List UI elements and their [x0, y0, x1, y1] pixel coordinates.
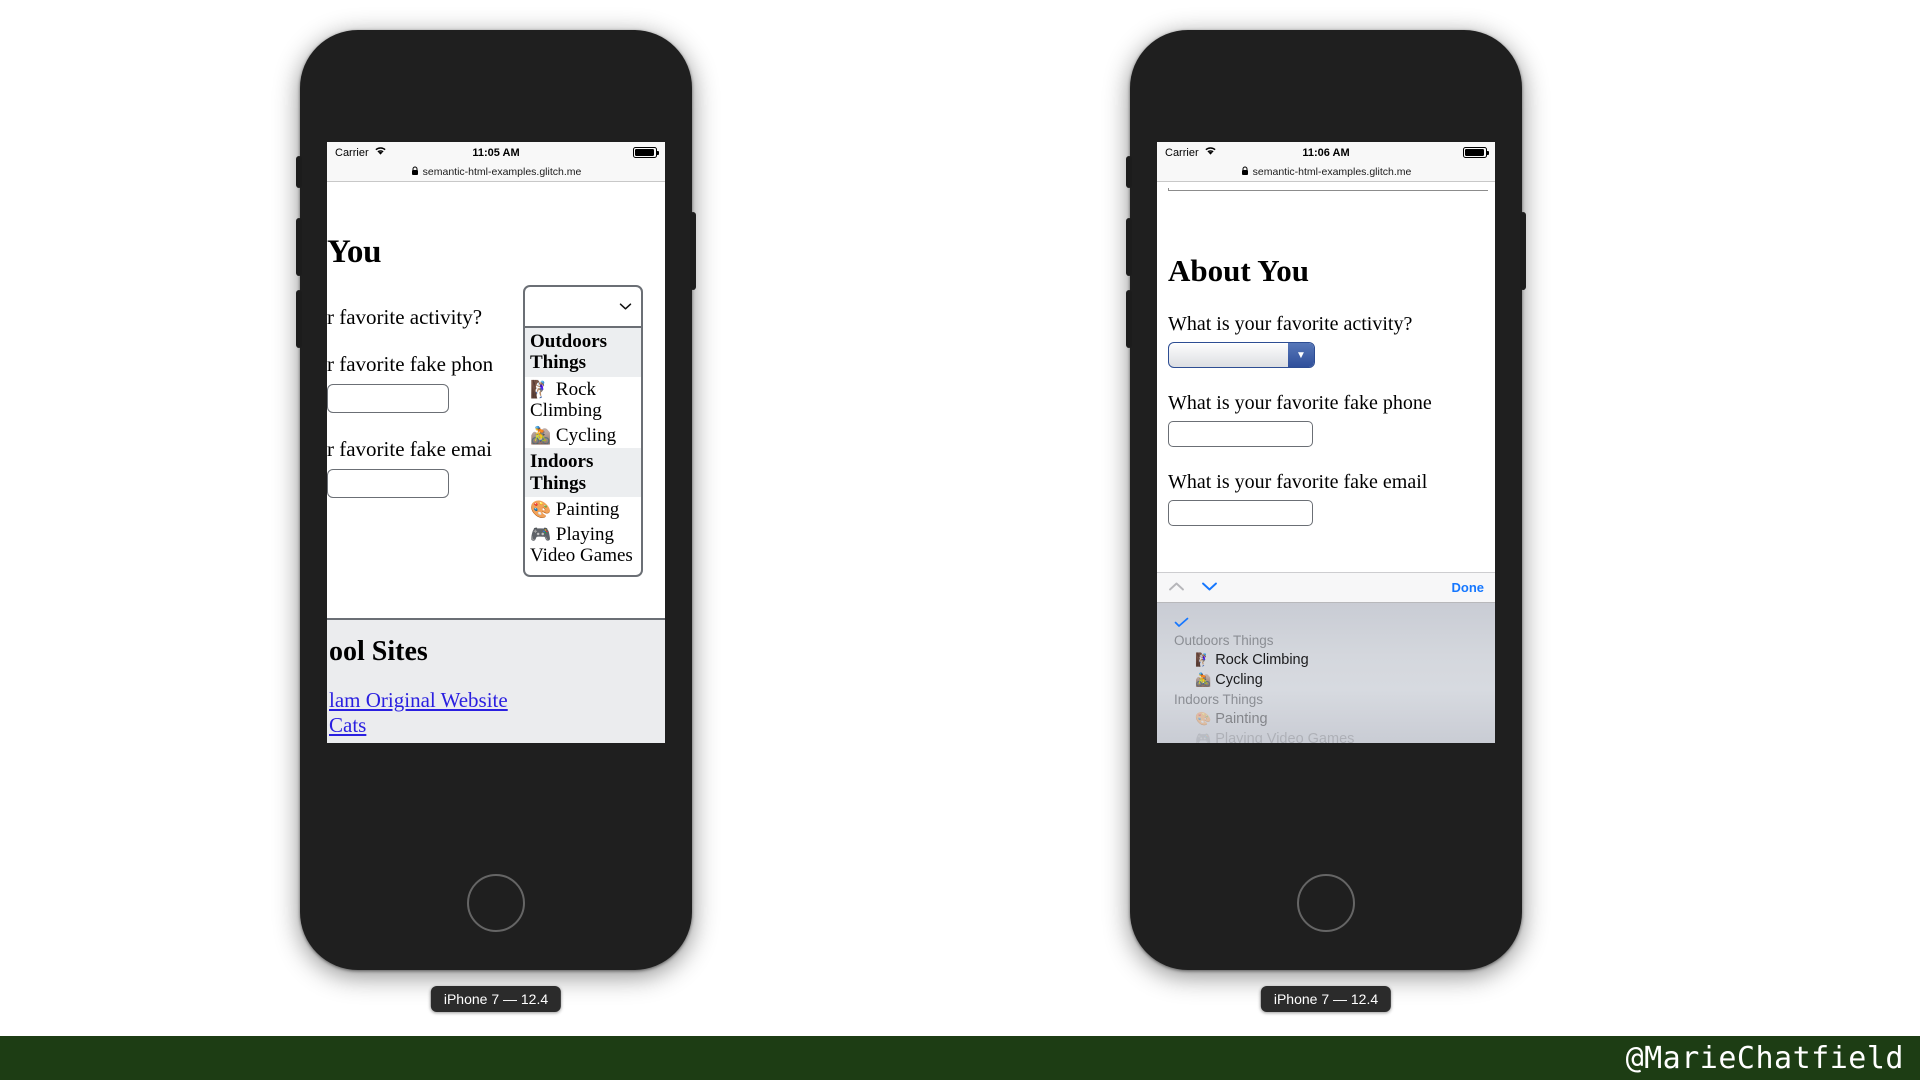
picker-option-label: Playing Video Games: [1215, 731, 1355, 743]
device-label-right: iPhone 7 — 12.4: [1260, 986, 1392, 1012]
question-label-activity: What is your favorite activity?: [1168, 313, 1413, 335]
web-page-left: You r favorite activity? r favorite fake…: [327, 182, 665, 743]
status-bar-right-group: [1463, 147, 1489, 158]
picker-optgroup-indoors: Indoors Things: [1174, 692, 1264, 707]
page-title: You: [327, 234, 382, 270]
battery-icon: [633, 147, 659, 158]
picker-option-cycling[interactable]: 🚵 Cycling: [1157, 670, 1495, 690]
video-game-icon: 🎮: [530, 525, 552, 545]
question-label-phone: What is your favorite fake phone: [1168, 392, 1432, 414]
watermark-handle: @MarieChatfield: [1625, 1040, 1904, 1076]
rock-climbing-icon: 🧗🏽‍♀️: [530, 379, 552, 399]
cool-sites-panel: ool Sites lam Original Website Cats: [327, 618, 665, 743]
home-button-left[interactable]: [467, 874, 525, 932]
activity-select-dropdown[interactable]: Outdoors Things 🧗🏽‍♀️ Rock Climbing 🚵 Cy…: [523, 285, 643, 577]
lock-icon: [411, 166, 419, 179]
painting-icon: 🎨: [1195, 711, 1212, 726]
triangle-down-icon: ▼: [1288, 343, 1314, 367]
battery-icon: [1463, 147, 1489, 158]
phone-right: Carrier 11:06 AM semantic-html-examples.…: [1126, 30, 1526, 1012]
silent-switch-right[interactable]: [1126, 156, 1132, 188]
silent-switch-left[interactable]: [296, 156, 302, 188]
status-bar-left: Carrier 11:05 AM: [327, 142, 665, 163]
option-rock-climbing[interactable]: 🧗🏽‍♀️ Rock Climbing: [525, 377, 641, 424]
rock-climbing-icon: 🧗🏽‍♀️: [1195, 652, 1212, 667]
picker-option-label: Rock Climbing: [1215, 652, 1309, 668]
volume-down-button-left[interactable]: [296, 290, 302, 348]
web-page-right: About You What is your favorite activity…: [1157, 182, 1495, 743]
volume-up-button-left[interactable]: [296, 218, 302, 276]
lock-icon: [1241, 166, 1249, 179]
url-text: semantic-html-examples.glitch.me: [1252, 166, 1412, 178]
picker-rows: Outdoors Things 🧗🏽‍♀️ Rock Climbing 🚵 Cy…: [1157, 631, 1495, 743]
picker-wheel[interactable]: Outdoors Things 🧗🏽‍♀️ Rock Climbing 🚵 Cy…: [1157, 603, 1495, 743]
option-painting[interactable]: 🎨 Painting: [525, 497, 641, 522]
checkmark-icon: [1174, 615, 1189, 631]
cool-site-link-1[interactable]: lam Original Website: [329, 688, 665, 713]
phone-input-left[interactable]: [327, 384, 449, 413]
ios-picker[interactable]: Done Outdoors Things 🧗🏽‍♀️ Rock Climbing…: [1157, 572, 1495, 743]
url-bar-left[interactable]: semantic-html-examples.glitch.me: [327, 163, 665, 182]
power-button-right[interactable]: [1520, 212, 1526, 290]
picker-option-label: Cycling: [1215, 672, 1263, 688]
cycling-icon: 🚵: [1195, 672, 1212, 687]
page-title: About You: [1168, 253, 1309, 288]
option-cycling[interactable]: 🚵 Cycling: [525, 423, 641, 448]
status-bar-time: 11:06 AM: [1302, 146, 1350, 159]
option-label: Cycling: [555, 425, 617, 447]
activity-select-option-list[interactable]: Outdoors Things 🧗🏽‍♀️ Rock Climbing 🚵 Cy…: [523, 328, 643, 577]
url-bar-right[interactable]: semantic-html-examples.glitch.me: [1157, 163, 1495, 182]
picker-optgroup-outdoors: Outdoors Things: [1174, 633, 1274, 648]
cool-sites-title: ool Sites: [329, 636, 428, 667]
chevron-down-icon[interactable]: [1201, 579, 1218, 597]
picker-option-label: Painting: [1215, 711, 1268, 727]
activity-select-value: [1169, 343, 1288, 367]
status-bar-time: 11:05 AM: [472, 146, 520, 159]
optgroup-label-outdoors: Outdoors Things: [525, 328, 641, 377]
url-text: semantic-html-examples.glitch.me: [422, 166, 582, 178]
home-button-right[interactable]: [1297, 874, 1355, 932]
cool-site-link-2[interactable]: Cats: [329, 713, 665, 738]
option-label: Painting: [555, 498, 620, 520]
picker-option-painting[interactable]: 🎨 Painting: [1157, 709, 1495, 729]
phone-left: Carrier 11:05 AM semantic-html-examples.…: [296, 30, 696, 1012]
phone-input-right[interactable]: [1168, 421, 1313, 447]
partial-input-above[interactable]: [1168, 188, 1488, 191]
device-label-left: iPhone 7 — 12.4: [430, 986, 562, 1012]
page-inner-right: About You What is your favorite activity…: [1157, 182, 1495, 526]
painting-icon: 🎨: [530, 499, 552, 519]
screenshot-stage: Carrier 11:05 AM semantic-html-examples.…: [0, 0, 1920, 1080]
phone-screen-left: Carrier 11:05 AM semantic-html-examples.…: [327, 142, 665, 743]
picker-option-playing-video-games[interactable]: 🎮 Playing Video Games: [1157, 729, 1495, 743]
video-game-icon: 🎮: [1195, 731, 1212, 743]
question-label-email: What is your favorite fake email: [1168, 471, 1428, 493]
status-bar-right-group: [633, 147, 659, 158]
email-input-right[interactable]: [1168, 500, 1313, 526]
volume-down-button-right[interactable]: [1126, 290, 1132, 348]
optgroup-label-indoors: Indoors Things: [525, 448, 641, 497]
chevron-up-icon[interactable]: [1168, 579, 1185, 597]
picker-option-rock-climbing[interactable]: 🧗🏽‍♀️ Rock Climbing: [1157, 650, 1495, 670]
watermark-bar: @MarieChatfield: [0, 1036, 1920, 1080]
activity-select-right[interactable]: ▼: [1168, 342, 1315, 368]
picker-done-button[interactable]: Done: [1452, 580, 1485, 595]
cycling-icon: 🚵: [530, 426, 552, 446]
volume-up-button-right[interactable]: [1126, 218, 1132, 276]
power-button-left[interactable]: [690, 212, 696, 290]
email-input-left[interactable]: [327, 469, 449, 498]
status-bar-right: Carrier 11:06 AM: [1157, 142, 1495, 163]
chevron-down-icon: [619, 298, 632, 316]
phone-screen-right: Carrier 11:06 AM semantic-html-examples.…: [1157, 142, 1495, 743]
option-playing-video-games[interactable]: 🎮 Playing Video Games: [525, 522, 641, 569]
picker-toolbar: Done: [1157, 572, 1495, 603]
activity-select-closed-control[interactable]: [523, 285, 643, 328]
